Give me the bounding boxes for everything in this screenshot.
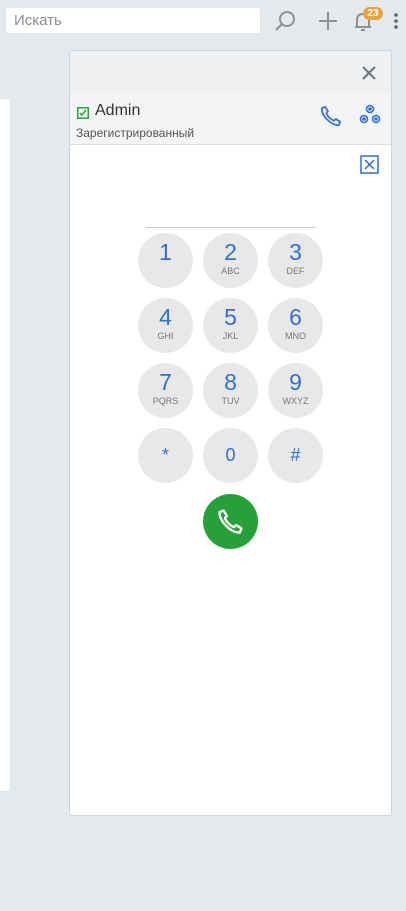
status-icon (77, 106, 89, 119)
key-letters: MNO (285, 331, 306, 341)
account-row: Admin Зарегистрированный (70, 94, 391, 145)
key-digit: 8 (224, 369, 237, 395)
kebab-menu-icon[interactable] (391, 8, 401, 34)
key-1[interactable]: 1 (138, 233, 193, 288)
phone-panel: Admin Зарегистрированный 1 2 ABC 3 DEF 4… (69, 50, 392, 816)
key-digit: 0 (225, 445, 236, 465)
number-input-underline (146, 227, 316, 228)
registration-status: Зарегистрированный (76, 126, 195, 140)
search-box[interactable] (5, 7, 261, 34)
key-3[interactable]: 3 DEF (268, 233, 323, 288)
key-4[interactable]: 4 GHI (138, 298, 193, 353)
key-digit: 5 (224, 304, 237, 330)
top-bar: 23 (0, 0, 406, 42)
key-digit: * (161, 445, 169, 465)
phone-icon (218, 509, 243, 534)
account-name: Admin (95, 102, 141, 119)
key-star[interactable]: * (138, 428, 193, 483)
phone-icon[interactable] (318, 103, 344, 129)
key-digit: 9 (289, 369, 302, 395)
clear-icon[interactable] (360, 155, 379, 174)
plus-icon[interactable] (315, 8, 341, 34)
search-input[interactable] (6, 8, 260, 33)
key-letters: ABC (221, 266, 240, 276)
number-input[interactable] (146, 201, 320, 227)
key-letters: PQRS (152, 396, 179, 406)
key-digit: 7 (159, 369, 172, 395)
call-button[interactable] (203, 494, 258, 549)
key-digit: 3 (289, 239, 302, 265)
key-9[interactable]: 9 WXYZ (268, 363, 323, 418)
key-0[interactable]: 0 (203, 428, 258, 483)
left-content-panel (0, 99, 10, 791)
search-icon[interactable] (272, 8, 298, 34)
key-digit: 2 (224, 239, 237, 265)
key-letters: JKL (222, 331, 239, 341)
notification-badge: 23 (363, 7, 383, 20)
key-letters: WXYZ (282, 396, 309, 406)
close-icon[interactable] (359, 63, 379, 83)
key-8[interactable]: 8 TUV (203, 363, 258, 418)
key-digit: 1 (159, 239, 172, 265)
key-6[interactable]: 6 MNO (268, 298, 323, 353)
key-digit: # (290, 445, 301, 465)
key-letters: GHI (157, 331, 174, 341)
panel-header (70, 51, 391, 94)
key-digit: 6 (289, 304, 302, 330)
settings-icon[interactable] (357, 102, 383, 128)
key-2[interactable]: 2 ABC (203, 233, 258, 288)
key-digit: 4 (159, 304, 172, 330)
key-letters: TUV (221, 396, 240, 406)
key-hash[interactable]: # (268, 428, 323, 483)
key-letters: DEF (286, 266, 305, 276)
key-5[interactable]: 5 JKL (203, 298, 258, 353)
key-7[interactable]: 7 PQRS (138, 363, 193, 418)
